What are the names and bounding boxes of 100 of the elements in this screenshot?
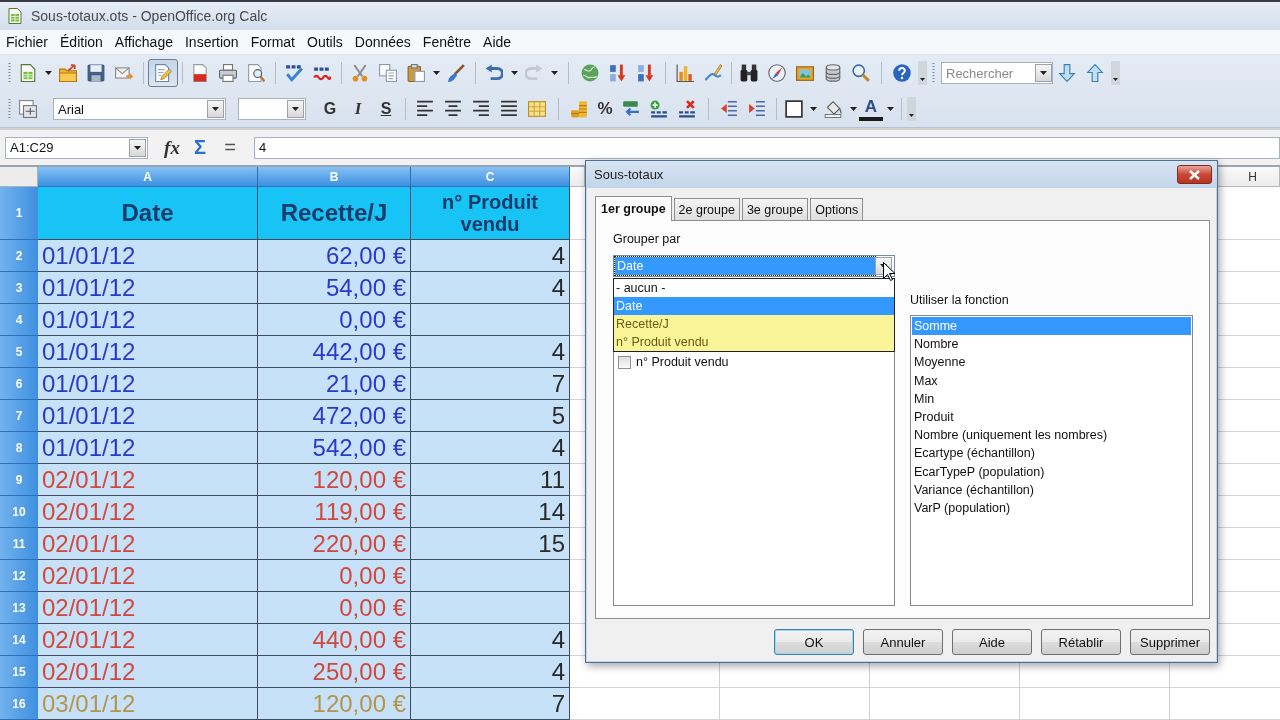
list-item[interactable]: EcarTypeP (population) xyxy=(912,462,1191,481)
tab[interactable]: Options xyxy=(810,198,864,220)
border-icon[interactable] xyxy=(785,100,803,118)
caret-icon[interactable] xyxy=(510,71,518,75)
spellcheck-icon[interactable] xyxy=(285,64,303,82)
decrease-indent-icon[interactable] xyxy=(720,100,738,118)
dialog-button[interactable]: Annuler xyxy=(863,629,943,655)
list-item[interactable]: Produit xyxy=(912,407,1191,427)
column-header[interactable]: H xyxy=(1218,167,1280,187)
sort-ascending-icon[interactable] xyxy=(609,64,627,82)
bar-chart-icon[interactable] xyxy=(676,64,694,82)
close-icon[interactable] xyxy=(1189,169,1200,180)
arrow-up-icon[interactable] xyxy=(1086,64,1104,82)
justify-icon[interactable] xyxy=(500,100,518,118)
tab[interactable]: 3e groupe xyxy=(741,198,809,220)
align-right-icon[interactable] xyxy=(472,100,490,118)
binoculars-icon[interactable] xyxy=(740,64,758,82)
align-left-icon[interactable] xyxy=(416,100,434,118)
arrow-bar-icon[interactable] xyxy=(622,100,640,118)
text-style-button[interactable]: S xyxy=(372,96,400,122)
caret-icon[interactable] xyxy=(550,71,558,75)
overflow-menu-icon[interactable] xyxy=(917,61,927,85)
scissors-icon[interactable] xyxy=(351,64,369,82)
dropdown-option[interactable]: - aucun - xyxy=(614,279,894,297)
menu-item[interactable]: Outils xyxy=(301,32,349,52)
align-center-icon[interactable] xyxy=(444,100,462,118)
menu-item[interactable]: Données xyxy=(348,32,417,52)
dialog-button[interactable]: Aide xyxy=(952,629,1032,655)
dropdown-button[interactable] xyxy=(207,100,224,118)
overflow-menu-icon[interactable] xyxy=(1110,61,1120,85)
dropdown-option[interactable]: n° Produit vendu xyxy=(614,333,894,351)
checkbox[interactable] xyxy=(618,355,631,369)
tab[interactable]: 1er groupe xyxy=(595,196,672,221)
caret-icon[interactable] xyxy=(134,145,141,150)
document-magnifier-icon[interactable] xyxy=(247,64,265,82)
copy-icon[interactable] xyxy=(379,64,397,82)
font-color-button[interactable]: A xyxy=(859,97,883,121)
formula-input-field[interactable]: 4 xyxy=(254,136,1280,159)
wavy-underline-icon[interactable] xyxy=(313,64,331,82)
paintbrush-icon[interactable] xyxy=(447,64,465,82)
paint-bucket-icon[interactable] xyxy=(824,100,842,118)
pencil-line-icon[interactable] xyxy=(704,64,722,82)
close-button[interactable] xyxy=(1177,165,1212,184)
caret-icon[interactable] xyxy=(292,107,299,111)
menu-item[interactable]: Aide xyxy=(477,32,518,52)
search-icon[interactable] xyxy=(852,64,870,82)
caret-icon[interactable] xyxy=(212,107,219,111)
folder-icon[interactable] xyxy=(59,64,77,82)
dropdown-button[interactable] xyxy=(129,138,146,157)
increase-indent-icon[interactable] xyxy=(748,100,766,118)
list-item[interactable]: Variance (échantillon) xyxy=(912,480,1191,499)
undo-icon[interactable] xyxy=(485,64,503,82)
grip-icon[interactable] xyxy=(7,62,11,84)
list-item[interactable]: Nombre xyxy=(912,335,1191,354)
compass-icon[interactable] xyxy=(768,64,786,82)
menu-item[interactable]: Affichage xyxy=(108,32,179,52)
cross-lines-icon[interactable] xyxy=(678,100,696,118)
sum-button[interactable]: Σ xyxy=(186,134,214,161)
percent-button[interactable]: % xyxy=(593,96,617,122)
envelope-icon[interactable] xyxy=(115,64,133,82)
list-item[interactable]: Ecartype (échantillon) xyxy=(912,444,1191,463)
sort-descending-icon[interactable] xyxy=(637,64,655,82)
menu-item[interactable]: Fenêtre xyxy=(416,32,478,52)
caret-icon[interactable] xyxy=(809,107,817,111)
dropdown-option[interactable]: Recette/J xyxy=(614,315,894,333)
menu-item[interactable]: Format xyxy=(244,32,301,52)
caret-icon[interactable] xyxy=(849,107,857,111)
formula-button[interactable]: = xyxy=(216,134,244,161)
list-item[interactable]: Moyenne xyxy=(912,353,1191,372)
name-box-field[interactable]: A1:C29 xyxy=(5,136,148,159)
arrow-down-icon[interactable] xyxy=(1058,64,1076,82)
font-size-field[interactable] xyxy=(238,98,306,120)
new-document-icon[interactable] xyxy=(19,64,37,82)
list-item[interactable]: VarP (population) xyxy=(912,498,1191,518)
document-icon[interactable] xyxy=(191,64,209,82)
dialog-button[interactable]: Rétablir xyxy=(1041,629,1121,655)
menu-item[interactable]: Insertion xyxy=(178,32,245,52)
dropdown-button[interactable] xyxy=(287,100,304,118)
edit-file-button[interactable] xyxy=(148,59,178,87)
caret-icon[interactable] xyxy=(432,71,440,75)
list-item[interactable]: Max xyxy=(912,371,1191,390)
dialog-button[interactable]: OK xyxy=(774,629,854,655)
pencil-document-icon[interactable] xyxy=(154,64,172,82)
overflow-menu-icon[interactable] xyxy=(906,97,916,121)
grip-icon[interactable] xyxy=(7,98,11,120)
overlapping-squares-icon[interactable] xyxy=(19,100,37,118)
coin-stack-icon[interactable] xyxy=(570,100,588,118)
caret-icon[interactable] xyxy=(44,71,52,75)
picture-frame-icon[interactable] xyxy=(796,64,814,82)
database-icon[interactable] xyxy=(824,64,842,82)
list-item[interactable]: Nombre (uniquement les nombres) xyxy=(912,426,1191,445)
help-icon[interactable] xyxy=(893,64,911,82)
dialog-button[interactable]: Supprimer xyxy=(1130,629,1210,655)
function-wizard-button[interactable]: fx xyxy=(158,134,186,161)
plus-lines-icon[interactable] xyxy=(650,100,668,118)
caret-icon[interactable] xyxy=(886,107,894,111)
menu-item[interactable]: Édition xyxy=(54,32,109,52)
printer-icon[interactable] xyxy=(219,64,237,82)
font-name-field[interactable]: Arial xyxy=(53,98,226,120)
grip-icon[interactable] xyxy=(931,62,935,84)
